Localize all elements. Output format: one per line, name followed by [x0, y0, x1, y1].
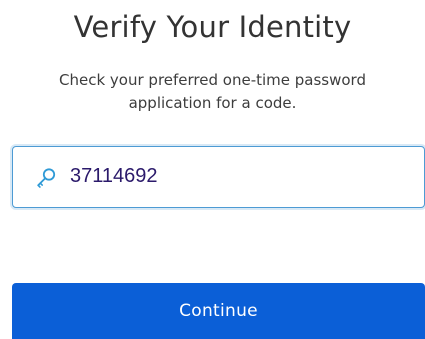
one-time-code-field[interactable] — [12, 146, 425, 208]
code-input[interactable] — [70, 159, 410, 193]
instructions-text: Check your preferred one-time password a… — [59, 71, 366, 112]
verify-identity-page: Verify Your Identity Check your preferre… — [0, 0, 425, 339]
key-icon — [34, 166, 58, 190]
page-title: Verify Your Identity — [73, 10, 352, 44]
continue-button[interactable]: Continue — [12, 283, 425, 339]
